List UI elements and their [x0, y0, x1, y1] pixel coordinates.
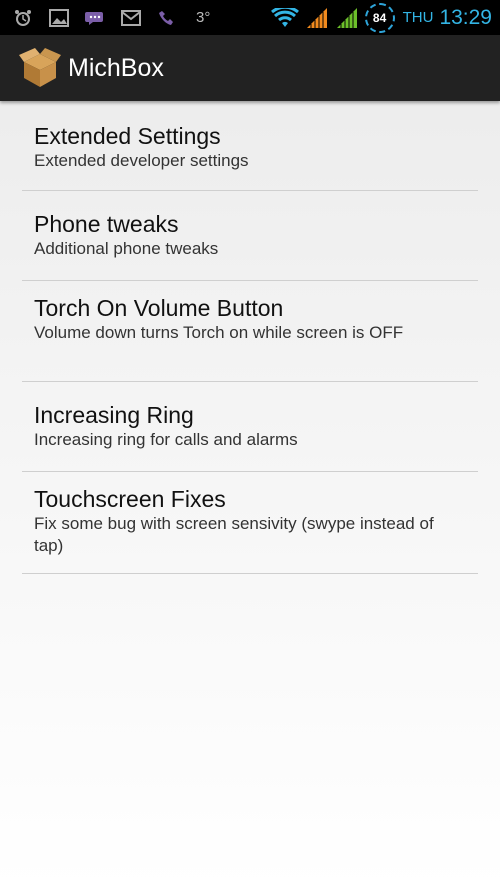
status-bar: 3° 84 THU 13:29 — [0, 0, 500, 35]
pref-title: Increasing Ring — [34, 402, 194, 428]
pref-item-torch-on-volume[interactable]: Torch On Volume Button Volume down turns… — [22, 281, 478, 382]
pref-item-phone-tweaks[interactable]: Phone tweaks Additional phone tweaks — [22, 191, 478, 281]
pref-title: Touchscreen Fixes — [34, 486, 226, 512]
wifi-icon — [270, 7, 299, 28]
action-bar: MichBox — [0, 35, 500, 101]
pref-title: Extended Settings — [34, 123, 221, 149]
clock-text: 13:29 — [439, 5, 492, 29]
signal-orange-icon — [305, 7, 329, 28]
pref-summary: Increasing ring for calls and alarms — [34, 430, 298, 449]
preference-list: Extended Settings Extended developer set… — [22, 102, 478, 574]
pref-summary: Fix some bug with screen sensivity (swyp… — [34, 514, 434, 555]
pref-title: Phone tweaks — [34, 211, 179, 237]
pref-summary: Additional phone tweaks — [34, 239, 219, 258]
battery-indicator: 84 — [364, 2, 395, 33]
signal-green-icon — [335, 7, 359, 28]
gallery-icon — [48, 8, 70, 28]
app-title: MichBox — [68, 53, 164, 82]
viber-phone-icon — [156, 8, 178, 28]
pref-summary: Extended developer settings — [34, 151, 249, 170]
day-text: THU — [402, 9, 434, 26]
pref-item-touchscreen-fixes[interactable]: Touchscreen Fixes Fix some bug with scre… — [22, 472, 478, 574]
temperature-text: 3° — [196, 9, 211, 26]
viber-chat-icon — [84, 8, 106, 28]
pref-item-extended-settings[interactable]: Extended Settings Extended developer set… — [22, 102, 478, 191]
alarm-icon — [12, 8, 34, 28]
mail-icon — [120, 8, 142, 28]
open-box-icon[interactable] — [18, 46, 62, 90]
pref-title: Torch On Volume Button — [34, 295, 284, 321]
pref-item-increasing-ring[interactable]: Increasing Ring Increasing ring for call… — [22, 382, 478, 472]
pref-summary: Volume down turns Torch on while screen … — [34, 323, 404, 342]
